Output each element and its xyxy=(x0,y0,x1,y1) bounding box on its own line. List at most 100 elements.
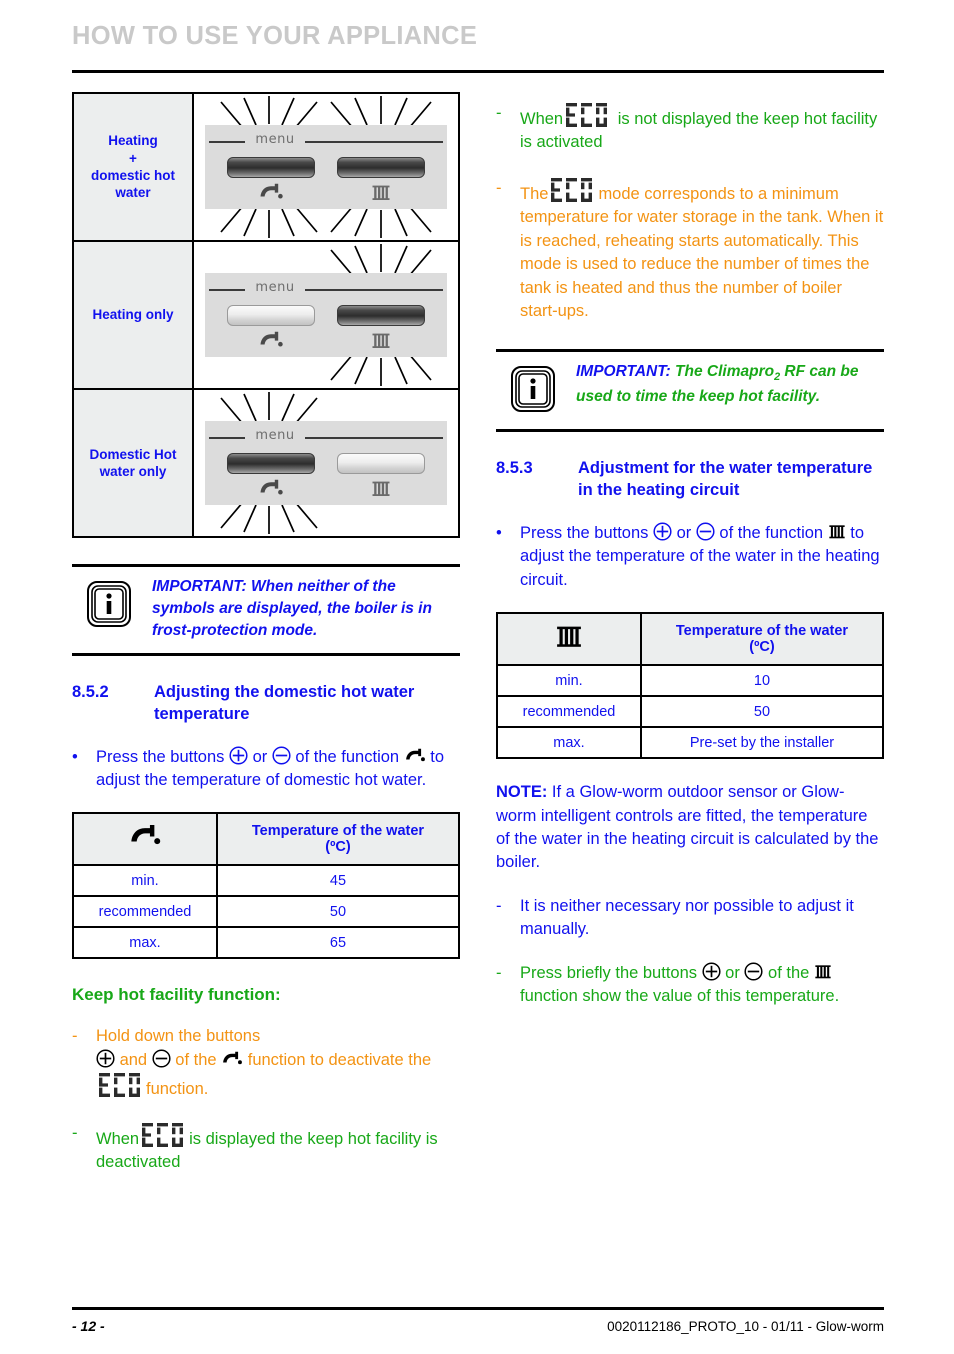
menu-rule-right xyxy=(305,437,443,439)
mode-label-line: Domestic Hot xyxy=(89,446,177,462)
heating-level-bar xyxy=(337,157,425,178)
mode-label-heating-only: Heating only xyxy=(72,240,194,390)
row-label-min: min. xyxy=(72,864,218,898)
lcd-screen: menu xyxy=(205,125,447,209)
lcd-menu-row: menu xyxy=(205,428,447,444)
operating-modes-table: Heating + domestic hot water menu Heatin… xyxy=(72,92,460,538)
bullet-eco-not-displayed: - When is not displayed the keep hot fac… xyxy=(496,102,884,155)
plus-button-icon xyxy=(653,522,672,541)
section-title: Adjustment for the water temperature in … xyxy=(578,459,873,500)
bullet-text: The mode corresponds to a minimum tempera… xyxy=(520,177,884,324)
table-row: min. 10 xyxy=(496,664,884,698)
note-body-part1: The Climapro xyxy=(670,363,775,381)
bullet-text-part1: When xyxy=(520,110,564,128)
radiator-icon xyxy=(828,523,846,541)
info-icon xyxy=(510,365,560,418)
radiator-icon xyxy=(361,331,401,351)
dhw-level-bar xyxy=(227,453,315,474)
menu-label: menu xyxy=(255,280,295,295)
lcd-menu-row: menu xyxy=(205,280,447,296)
bullet-text: It is neither necessary nor possible to … xyxy=(520,896,854,939)
bullet-text: Press the buttons or of the function to … xyxy=(520,522,884,592)
lcd-screen: menu xyxy=(205,273,447,357)
row-label-max: max. xyxy=(72,926,218,960)
mode-label-line: Heating only xyxy=(92,307,174,323)
mode-label-line: water xyxy=(115,185,151,201)
row-value-max: Pre-set by the installer xyxy=(640,726,884,760)
column-header-line1: Temperature of the water xyxy=(675,623,849,640)
table-header-row: Temperature of the water (ºC) xyxy=(72,812,460,867)
note-body: If a Glow-worm outdoor sensor or Glow-wo… xyxy=(496,783,879,872)
menu-label: menu xyxy=(255,428,295,443)
info-icon xyxy=(86,580,136,633)
eco-lcd-icon xyxy=(550,177,596,203)
page-title: HOW TO USE YOUR APPLIANCE xyxy=(72,22,478,50)
column-header-temperature: Temperature of the water (ºC) xyxy=(640,612,884,667)
bullet-text-part1: Hold down the buttons xyxy=(96,1027,261,1046)
section-number: 8.5.2 xyxy=(72,683,109,701)
mode-label-line: Heating xyxy=(108,133,158,149)
tap-icon xyxy=(251,479,291,499)
bullet-text-part3: function to deactivate the xyxy=(243,1050,432,1069)
section-number: 8.5.3 xyxy=(496,459,533,478)
row-value-min: 10 xyxy=(640,664,884,698)
table-row: Heating + domestic hot water menu xyxy=(72,92,460,242)
bullet-text: When is not displayed the keep hot facil… xyxy=(520,102,884,155)
bullet-eco-displayed: - When is displayed the keep hot facility… xyxy=(72,1122,460,1175)
note-lead: IMPORTANT: xyxy=(152,578,247,595)
document-page: HOW TO USE YOUR APPLIANCE Heating + dome… xyxy=(0,0,954,1354)
minus-button-icon xyxy=(696,522,715,541)
bullet-text-part2: of the xyxy=(170,1050,222,1069)
control-panel-display: menu xyxy=(197,94,455,240)
bullet-text-part1: When xyxy=(96,1129,140,1148)
tap-icon xyxy=(251,183,291,203)
important-note-frost-protection: IMPORTANT: When neither of the symbols a… xyxy=(72,564,460,656)
column-header-line2: (ºC) xyxy=(325,839,351,856)
important-note-text: IMPORTANT: The Climapro2 RF can be used … xyxy=(576,361,884,407)
bullet-text: Press briefly the buttons or of the func… xyxy=(520,962,884,1009)
note-lead: IMPORTANT: xyxy=(576,363,671,381)
bullet-text-or: or xyxy=(720,963,745,982)
mode-illustration-heating-only: menu xyxy=(192,240,460,390)
bullet-marker: - xyxy=(72,1123,78,1142)
right-column: - When is not displayed the keep hot fac… xyxy=(496,92,884,1009)
bullet-text: Hold down the buttons and of the functio… xyxy=(96,1025,460,1101)
page-header: HOW TO USE YOUR APPLIANCE xyxy=(72,22,884,50)
bullet-text-part2: of the function xyxy=(290,747,404,766)
table-header-row: Temperature of the water (ºC) xyxy=(496,612,884,667)
table-row: recommended 50 xyxy=(72,895,460,929)
document-reference: 0020112186_PROTO_10 - 01/11 - Glow-worm xyxy=(607,1319,884,1334)
dhw-level-bar xyxy=(227,305,315,326)
minus-button-icon xyxy=(272,745,291,765)
left-column: Heating + domestic hot water menu Heatin… xyxy=(72,92,460,1174)
control-panel-display: menu xyxy=(197,390,455,536)
plus-button-icon xyxy=(229,745,248,765)
table-row: max. Pre-set by the installer xyxy=(496,726,884,760)
radiator-icon xyxy=(814,963,832,981)
bullet-text-part2: mode corresponds to a minimum temperatur… xyxy=(520,184,884,320)
radiator-icon xyxy=(361,479,401,499)
page-number: - 12 - xyxy=(72,1318,105,1334)
mode-label-dhw-only: Domestic Hot water only xyxy=(72,388,194,538)
menu-rule-right xyxy=(305,289,443,291)
plus-button-icon xyxy=(96,1049,115,1068)
bullet-text-part1: Press the buttons xyxy=(96,747,229,766)
bullet-text-part2: of the function xyxy=(714,523,828,542)
tap-icon xyxy=(251,331,291,351)
row-value-max: 65 xyxy=(216,926,460,960)
bullet-text-part2: of the xyxy=(763,963,814,982)
mode-label-heating-plus-dhw: Heating + domestic hot water xyxy=(72,92,194,242)
mode-illustration-heating-plus-dhw: menu xyxy=(192,92,460,242)
eco-lcd-icon xyxy=(98,1072,144,1098)
row-value-recommended: 50 xyxy=(216,895,460,929)
heating-temperature-table: Temperature of the water (ºC) min. 10 re… xyxy=(496,612,884,760)
bullet-marker: - xyxy=(496,104,502,122)
lcd-screen: menu xyxy=(205,421,447,505)
tap-icon xyxy=(72,812,218,867)
bullet-deactivate-eco: - Hold down the buttons and of the funct… xyxy=(72,1025,460,1101)
bullet-text-part3: function show the value of this temperat… xyxy=(520,987,840,1006)
note-lead: NOTE: xyxy=(496,783,548,802)
column-header-line1: Temperature of the water xyxy=(251,823,425,840)
keep-hot-facility-heading: Keep hot facility function: xyxy=(72,985,281,1005)
bullet-text: When is displayed the keep hot facility i… xyxy=(96,1122,460,1175)
